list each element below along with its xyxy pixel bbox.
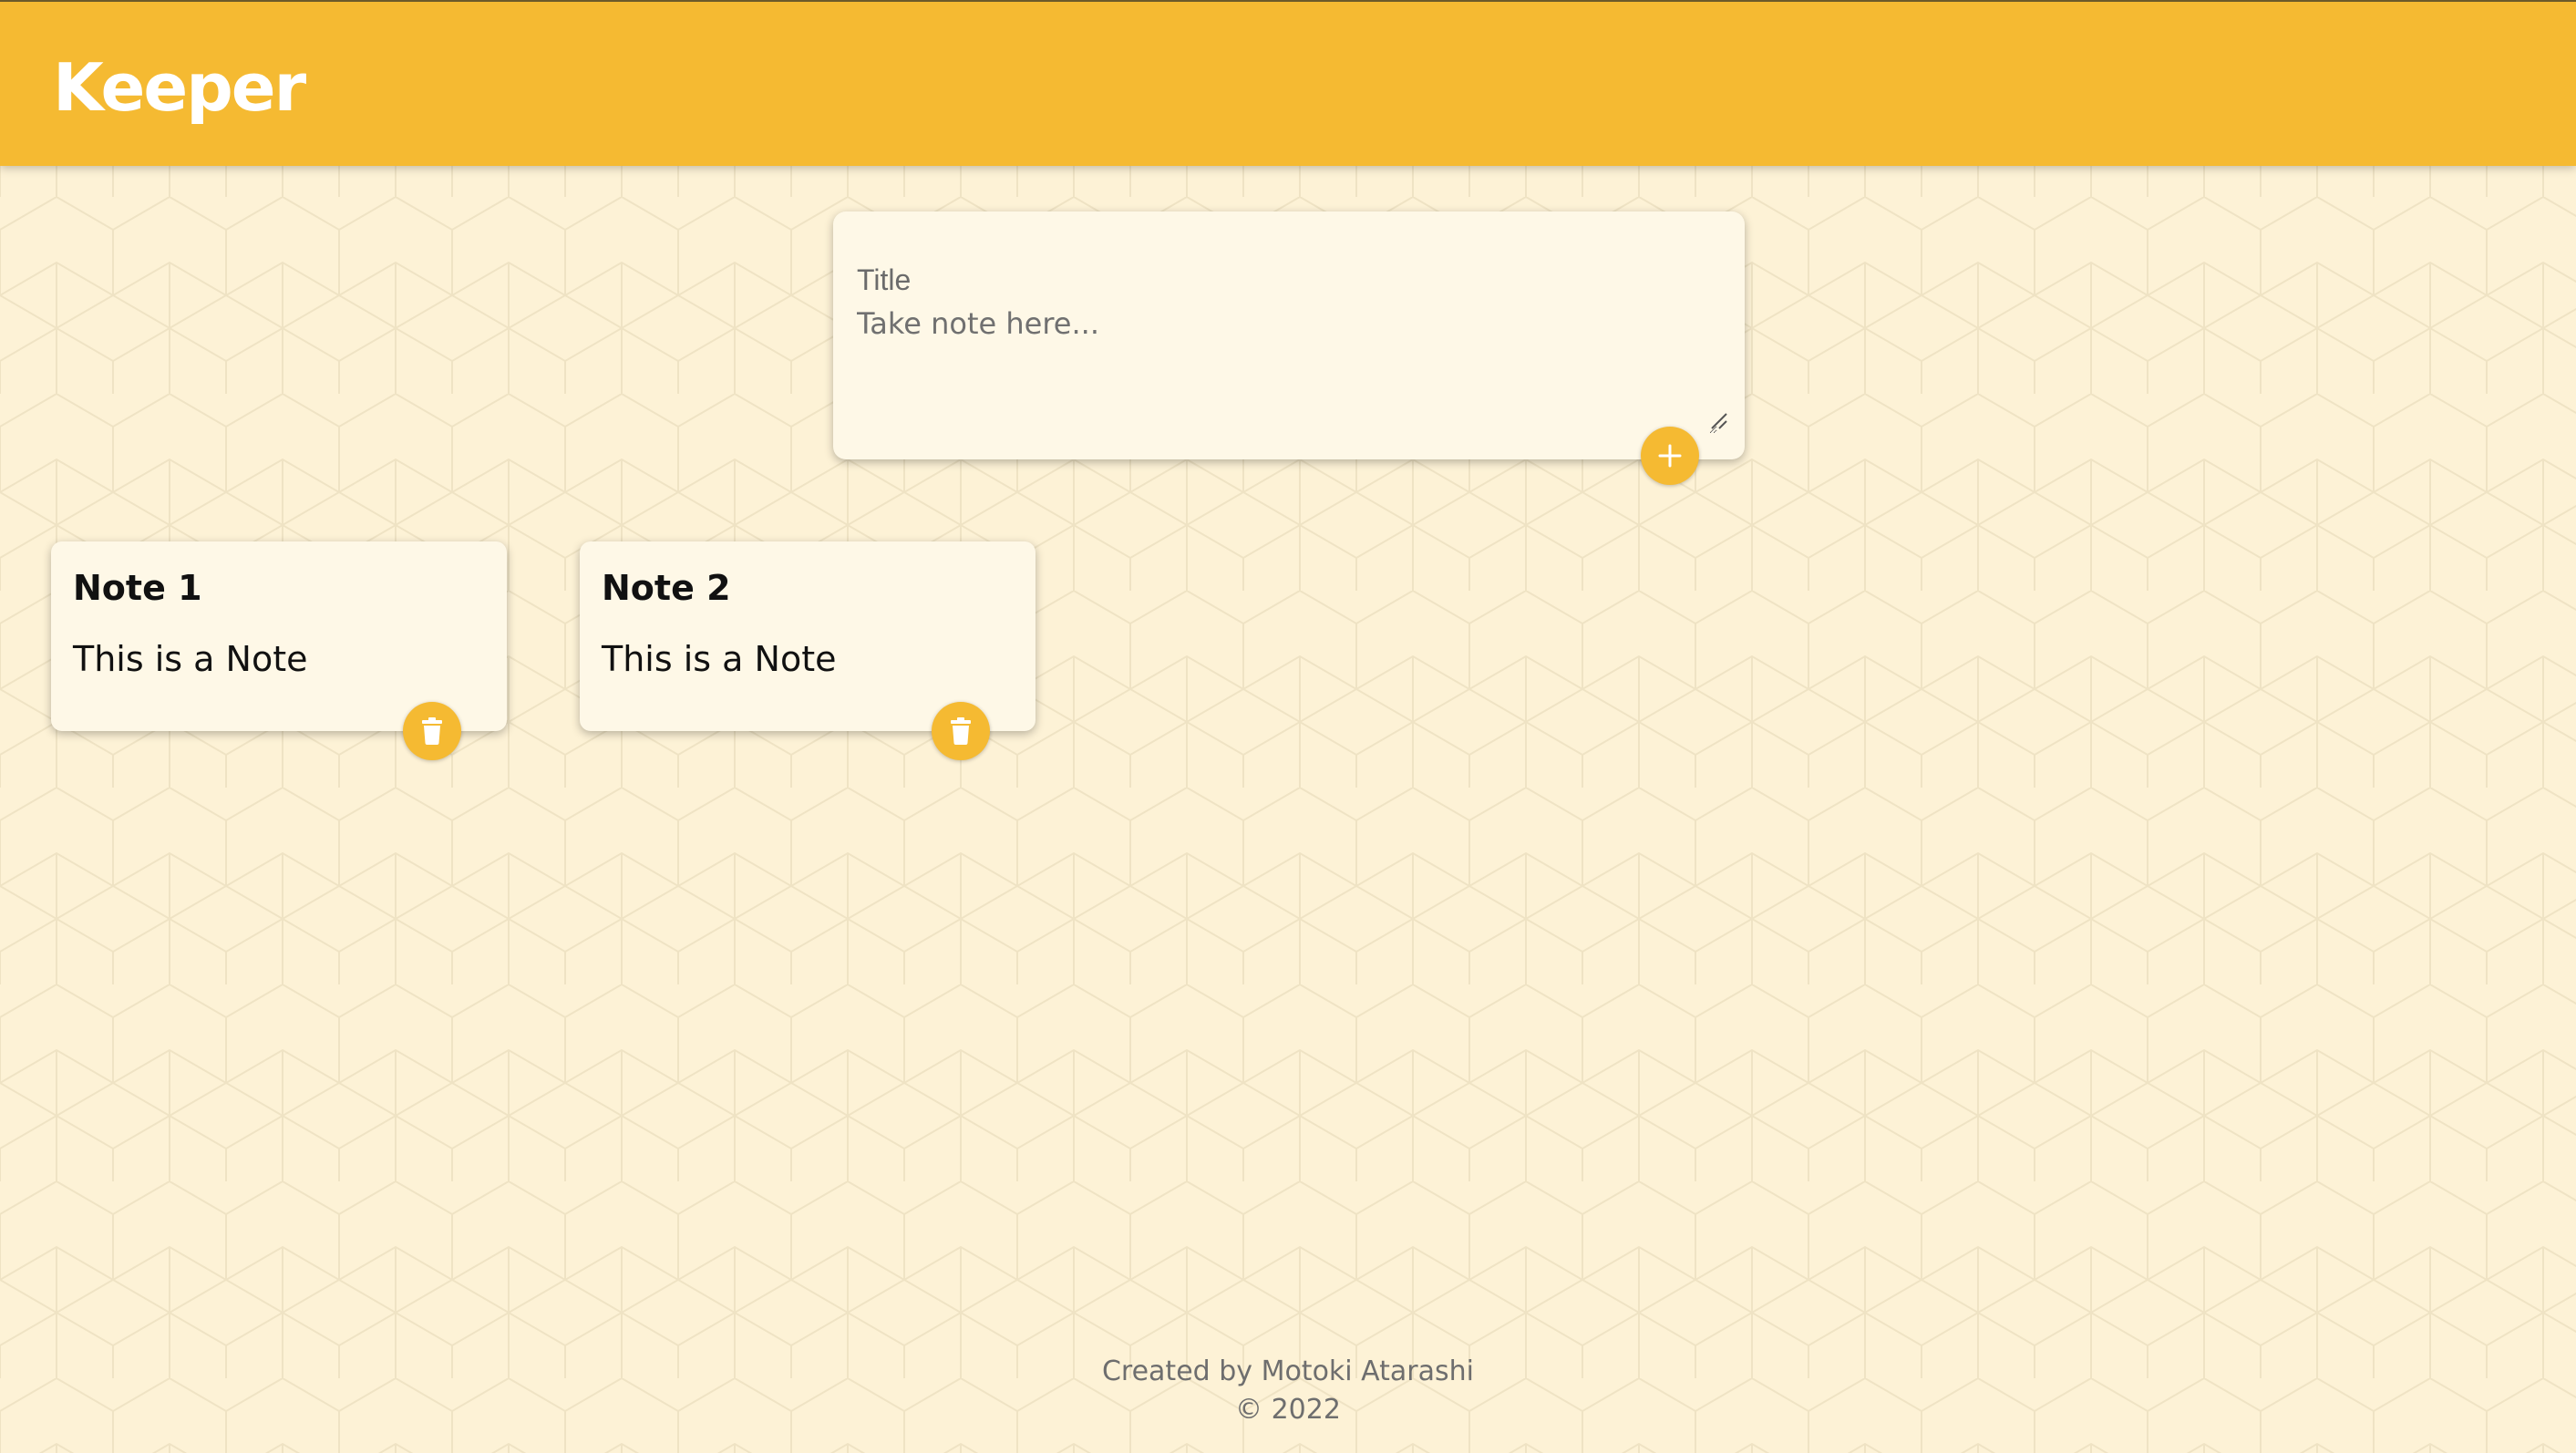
- note-title: Note 1: [73, 568, 202, 608]
- footer-credit: Created by Motoki Atarashi: [1101, 1355, 1475, 1387]
- trash-icon: [422, 717, 442, 745]
- app-logo: Keeper: [53, 49, 306, 126]
- delete-note-button[interactable]: [932, 702, 990, 760]
- footer-copyright: © 2022: [1235, 1394, 1341, 1426]
- app-header: Keeper: [0, 0, 2576, 166]
- resize-handle-icon[interactable]: [1706, 408, 1728, 430]
- note-content: This is a Note: [602, 639, 837, 679]
- delete-note-button[interactable]: [403, 702, 461, 760]
- footer: Created by Motoki Atarashi © 2022: [0, 1353, 2576, 1429]
- trash-icon: [951, 717, 971, 745]
- note-title-input[interactable]: [857, 257, 1714, 303]
- note-content: This is a Note: [73, 639, 308, 679]
- note-title: Note 2: [602, 568, 731, 608]
- plus-icon: [1658, 444, 1682, 468]
- note-card: Note 2 This is a Note: [580, 541, 1036, 760]
- create-note-form: [833, 211, 1745, 485]
- note-card: Note 1 This is a Note: [51, 541, 507, 760]
- add-note-button[interactable]: [1641, 427, 1699, 485]
- note-content-input[interactable]: [857, 306, 1717, 434]
- top-border: [0, 0, 2576, 2]
